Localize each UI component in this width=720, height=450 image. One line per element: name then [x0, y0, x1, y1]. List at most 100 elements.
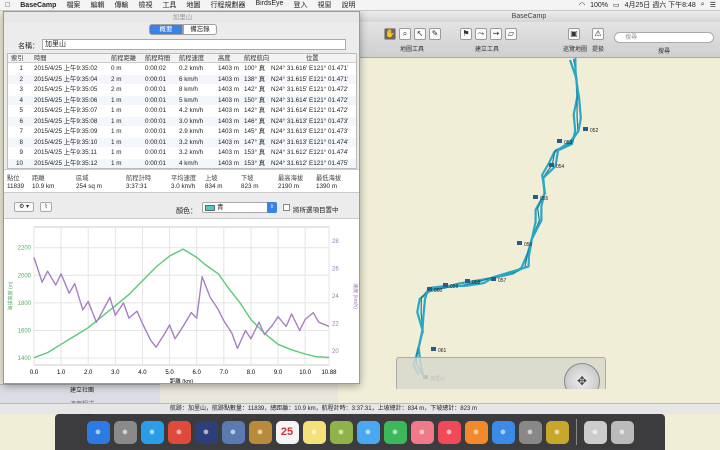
col-header-altitude[interactable]: 高度	[218, 54, 231, 63]
alerts-icon[interactable]: ⚠	[592, 28, 604, 40]
select-tool-icon[interactable]: ↖	[414, 28, 426, 40]
table-cell: 3.0 km/h	[179, 117, 204, 125]
search-input[interactable]: 搜尋	[614, 32, 714, 43]
dock-calendar-icon[interactable]: 25	[275, 420, 299, 444]
col-header-position[interactable]: 位置	[306, 54, 319, 63]
dock-lightroom-icon[interactable]: ●	[194, 420, 218, 444]
table-row[interactable]: 3 2015/4/25 上午9:35:05 2 m 0:00:01 8 km/h 1403…	[8, 85, 356, 94]
dock-ibooks-icon[interactable]: ●	[464, 420, 488, 444]
wifi-icon[interactable]: ◠	[579, 1, 585, 9]
table-row[interactable]: 4 2015/4/25 上午9:35:06 1 m 0:00:01 5 km/h 1403…	[8, 95, 356, 105]
center-selection-checkbox[interactable]	[283, 204, 290, 211]
summary-label: 點位	[7, 175, 20, 182]
elevation-profile[interactable]: 0.0 1.0 2.0 3.0 4.0 5.0 6.0 7.0 8.0 9.0 10.0 10.88 1…	[4, 218, 359, 383]
track-line[interactable]	[415, 58, 579, 375]
new-waypoint-icon[interactable]: ⚑	[460, 28, 472, 40]
measure-tool-icon[interactable]: ✎	[429, 28, 441, 40]
dock-finder-icon[interactable]: ●	[86, 420, 110, 444]
dock-facetime-icon[interactable]: ●	[383, 420, 407, 444]
menu-item-3[interactable]: 檢視	[133, 0, 157, 10]
dock-files-icon[interactable]: ●	[583, 420, 607, 444]
menu-item-10[interactable]: 說明	[336, 0, 360, 10]
table-row[interactable]: 8 2015/4/25 上午9:35:10 1 m 0:00:01 3.2 km/h 14…	[8, 137, 356, 147]
col-header-leg-time[interactable]: 航程時間	[145, 54, 170, 63]
dock-photos-preview-icon[interactable]: ●	[329, 420, 353, 444]
table-row[interactable]: 7 2015/4/25 上午9:35:09 1 m 0:00:01 2.9 km/h 14…	[8, 127, 356, 136]
hand-tool-icon[interactable]: ✋	[384, 28, 396, 40]
track-line[interactable]	[417, 58, 582, 376]
menu-item-8[interactable]: 登入	[288, 0, 312, 10]
tab-notes[interactable]: 備忘錄	[183, 24, 217, 35]
dock-chrome-icon[interactable]: ●	[167, 420, 191, 444]
waypoint-flag-icon[interactable]	[427, 287, 432, 291]
menu-item-9[interactable]: 視窗	[312, 0, 336, 10]
col-header-leg-speed[interactable]: 航程速度	[179, 54, 204, 63]
menu-item-7[interactable]: BirdsEye	[250, 0, 288, 10]
table-cell: N24° 31.612' E121° 01.475'	[271, 159, 349, 167]
battery-percent[interactable]: 100%	[590, 2, 608, 9]
dock-trash-icon[interactable]: ●	[610, 420, 634, 444]
table-cell: 4.2 km/h	[179, 107, 204, 114]
table-row[interactable]: 9 2015/4/25 上午9:35:11 1 m 0:00:01 3.2 km/h 14…	[8, 148, 356, 157]
menu-item-0[interactable]: 檔案	[61, 0, 85, 10]
battery-icon[interactable]: ▭	[613, 1, 620, 9]
new-area-icon[interactable]: ▱	[505, 28, 517, 40]
dock-basecamp-icon[interactable]: ●	[545, 420, 569, 444]
dock-keynote-icon[interactable]: ●	[248, 420, 272, 444]
gear-menu-icon[interactable]: ⚙ ▾	[14, 202, 34, 212]
table-cell: 100° 真	[244, 65, 266, 72]
table-row[interactable]: 5 2015/4/25 上午9:35:07 1 m 0:00:01 4.2 km/h 14…	[8, 106, 356, 115]
spotlight-icon[interactable]: ⌕	[701, 1, 705, 9]
table-row[interactable]: 2 2015/4/25 上午9:35:04 2 m 0:00:01 6 km/h 1403…	[8, 74, 356, 84]
notification-center-icon[interactable]: ☰	[710, 1, 716, 9]
table-row[interactable]: 10 2015/4/25 上午9:35:12 1 m 0:00:01 4 km/h 140…	[8, 158, 356, 168]
waypoint-flag-icon[interactable]	[491, 277, 496, 281]
chevron-updown-icon[interactable]: ⇕	[267, 202, 277, 213]
table-cell: 1 m	[111, 117, 122, 125]
dock-music-icon[interactable]: ●	[437, 420, 461, 444]
clock[interactable]: 4月25日 週六 下午8:48	[625, 0, 696, 10]
waypoint-flag-icon[interactable]	[533, 195, 538, 199]
menu-item-6[interactable]: 行程規劃器	[205, 0, 250, 10]
dock-notes-icon[interactable]: ●	[302, 420, 326, 444]
menu-app-name[interactable]: BaseCamp	[15, 2, 61, 9]
dock-launchpad-icon[interactable]: ●	[113, 420, 137, 444]
track-line[interactable]	[412, 59, 579, 376]
center-selection-label: 將所選項目置中	[293, 207, 339, 214]
dock-messages-icon[interactable]: ●	[356, 420, 380, 444]
dock-system-preferences-icon[interactable]: ●	[518, 420, 542, 444]
dock-app-store-icon[interactable]: ●	[491, 420, 515, 444]
trackpoint-table[interactable]: 索引 時間 航程距離 航程時間 航程速度 高度 航程航向 位置 1 2015/4/…	[7, 53, 357, 169]
tour-map-icon[interactable]: ▣	[568, 28, 580, 40]
waypoint-flag-icon[interactable]	[583, 127, 588, 131]
waypoint-flag-icon[interactable]	[431, 347, 436, 351]
menu-item-4[interactable]: 工具	[157, 0, 181, 10]
profile-toggle-icon[interactable]: ⌇	[40, 202, 52, 212]
waypoint-flag-icon[interactable]	[517, 241, 522, 245]
col-header-heading[interactable]: 航程航向	[244, 54, 269, 63]
menu-item-5[interactable]: 地圖	[181, 0, 205, 10]
name-input[interactable]: 加里山	[42, 39, 346, 50]
zoom-tool-icon[interactable]: ⌕	[399, 28, 411, 40]
new-track-icon[interactable]: ⇝	[490, 28, 502, 40]
waypoint-flag-icon[interactable]	[557, 139, 562, 143]
menu-item-2[interactable]: 傳輸	[109, 0, 133, 10]
table-row[interactable]: 1 2015/4/25 上午9:35:02 0 m 0:00:02 0.2 km/h 14…	[8, 64, 356, 73]
waypoint-flag-icon[interactable]	[549, 163, 554, 167]
col-header-time[interactable]: 時間	[34, 54, 47, 63]
table-cell: 2015/4/25 上午9:35:02	[34, 65, 98, 72]
dock-photos-icon[interactable]: ●	[410, 420, 434, 444]
dock-preview-icon[interactable]: ●	[221, 420, 245, 444]
map-view[interactable]: 052053054055056057058059060061加里山	[338, 58, 720, 389]
new-route-icon[interactable]: ⤳	[475, 28, 487, 40]
waypoint-flag-icon[interactable]	[465, 279, 470, 283]
waypoint-flag-icon[interactable]	[443, 283, 448, 287]
dock-safari-icon[interactable]: ●	[140, 420, 164, 444]
col-header-leg-distance[interactable]: 航程距離	[111, 54, 136, 63]
table-row[interactable]: 6 2015/4/25 上午9:35:08 1 m 0:00:01 3.0 km/h 14…	[8, 116, 356, 126]
menu-item-1[interactable]: 編輯	[85, 0, 109, 10]
col-header-index[interactable]: 索引	[11, 54, 24, 63]
apple-icon[interactable]: 	[0, 2, 15, 9]
tab-summary[interactable]: 概要	[149, 24, 183, 35]
sidebar-item-create-group[interactable]: 建立社團	[70, 385, 94, 394]
